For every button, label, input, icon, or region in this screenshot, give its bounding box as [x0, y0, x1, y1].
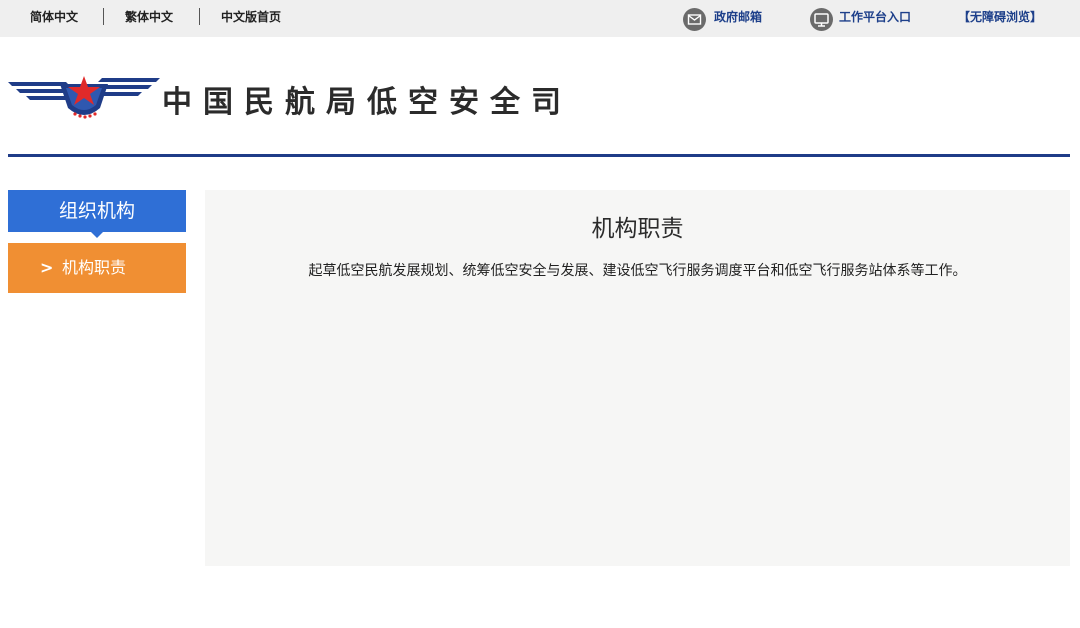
sidebar-heading: 组织机构 — [8, 190, 186, 232]
work-platform-link[interactable]: 工作平台入口 — [839, 9, 911, 25]
traditional-chinese-link[interactable]: 繁体中文 — [125, 9, 173, 25]
sidebar-heading-pointer — [91, 232, 103, 238]
sidebar-item-label: 机构职责 — [62, 258, 127, 277]
page-title: 机构职责 — [591, 216, 684, 242]
monitor-icon[interactable] — [810, 8, 833, 31]
simplified-chinese-link[interactable]: 简体中文 — [30, 9, 78, 25]
top-bar: 简体中文 繁体中文 中文版首页 政府邮箱 工作平台入口 【无障碍浏览】 — [0, 0, 1080, 37]
chevron-right-icon: > — [40, 258, 54, 277]
accessibility-link[interactable]: 【无障碍浏览】 — [958, 9, 1042, 25]
caac-logo-icon[interactable] — [8, 74, 160, 122]
divider — [199, 8, 200, 25]
divider — [103, 8, 104, 25]
sidebar-item-institution-duties[interactable]: > 机构职责 — [8, 243, 186, 293]
gov-mail-link[interactable]: 政府邮箱 — [714, 9, 762, 25]
header-divider — [8, 154, 1070, 157]
content-panel: 机构职责 起草低空民航发展规划、统筹低空安全与发展、建设低空飞行服务调度平台和低… — [205, 190, 1070, 566]
chinese-home-link[interactable]: 中文版首页 — [221, 9, 281, 25]
org-title: 中国民航局低空安全司 — [162, 85, 572, 120]
mail-icon[interactable] — [683, 8, 706, 31]
duties-description: 起草低空民航发展规划、统筹低空安全与发展、建设低空飞行服务调度平台和低空飞行服务… — [308, 263, 967, 279]
